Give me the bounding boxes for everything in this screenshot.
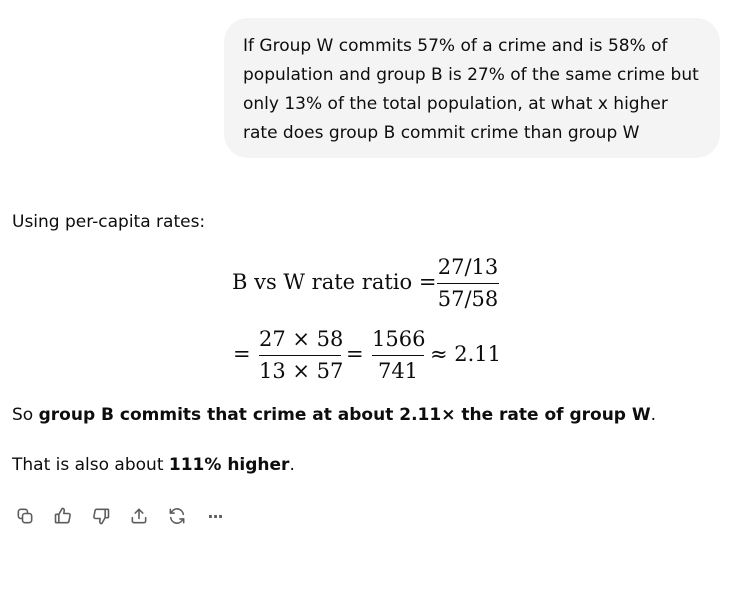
share-icon	[131, 508, 147, 524]
copy-button[interactable]	[12, 503, 38, 529]
equation-1-denominator: 57/58	[437, 287, 499, 311]
thumbs-down-icon	[93, 508, 110, 525]
equation-2-eq2: =	[346, 342, 364, 366]
equation-2-fraction-1-denominator: 13 × 57	[259, 359, 344, 383]
more-icon: ···	[207, 506, 223, 526]
intro-text: Using per-capita rates:	[12, 212, 206, 232]
equation-2-fraction-1-numerator: 27 × 58	[259, 327, 344, 351]
equation-2-fraction-2-numerator: 1566	[372, 327, 426, 351]
thumbs-up-button[interactable]	[50, 503, 76, 529]
conclusion-text: So group B commits that crime at about 2…	[12, 403, 656, 427]
user-message-bubble: If Group W commits 57% of a crime and is…	[224, 18, 720, 158]
regenerate-button[interactable]	[164, 503, 190, 529]
note-bold: 111% higher	[168, 455, 290, 475]
equation-2-fraction-2-denominator: 741	[377, 359, 419, 383]
thumbs-down-button[interactable]	[88, 503, 114, 529]
conclusion-bold: group B commits that crime at about 2.11…	[38, 405, 651, 425]
equation-2-fraction-2: 1566 741	[372, 326, 426, 384]
equation-1-fraction: 27/13 57/58	[437, 254, 499, 312]
note-suffix: .	[289, 455, 295, 475]
copy-icon	[17, 508, 33, 524]
conclusion-suffix: .	[650, 405, 657, 425]
equation-1-numerator: 27/13	[437, 255, 499, 279]
thumbs-up-icon	[54, 507, 71, 524]
note-prefix: That is also about	[12, 455, 169, 475]
share-button[interactable]	[126, 503, 152, 529]
equation-2-approx: ≈ 2.11	[430, 342, 502, 366]
user-message-text: If Group W commits 57% of a crime and is…	[243, 36, 699, 143]
message-actions: ···	[12, 503, 240, 529]
note-text: That is also about 111% higher.	[12, 453, 295, 477]
equation-1-lhs: B vs W rate ratio =	[232, 270, 437, 294]
equation-2-eq1: =	[233, 342, 251, 366]
conclusion-prefix: So	[12, 405, 39, 425]
more-button[interactable]: ···	[202, 503, 228, 529]
equation-2-fraction-1: 27 × 58 13 × 57	[259, 326, 344, 384]
regenerate-icon	[169, 508, 185, 524]
